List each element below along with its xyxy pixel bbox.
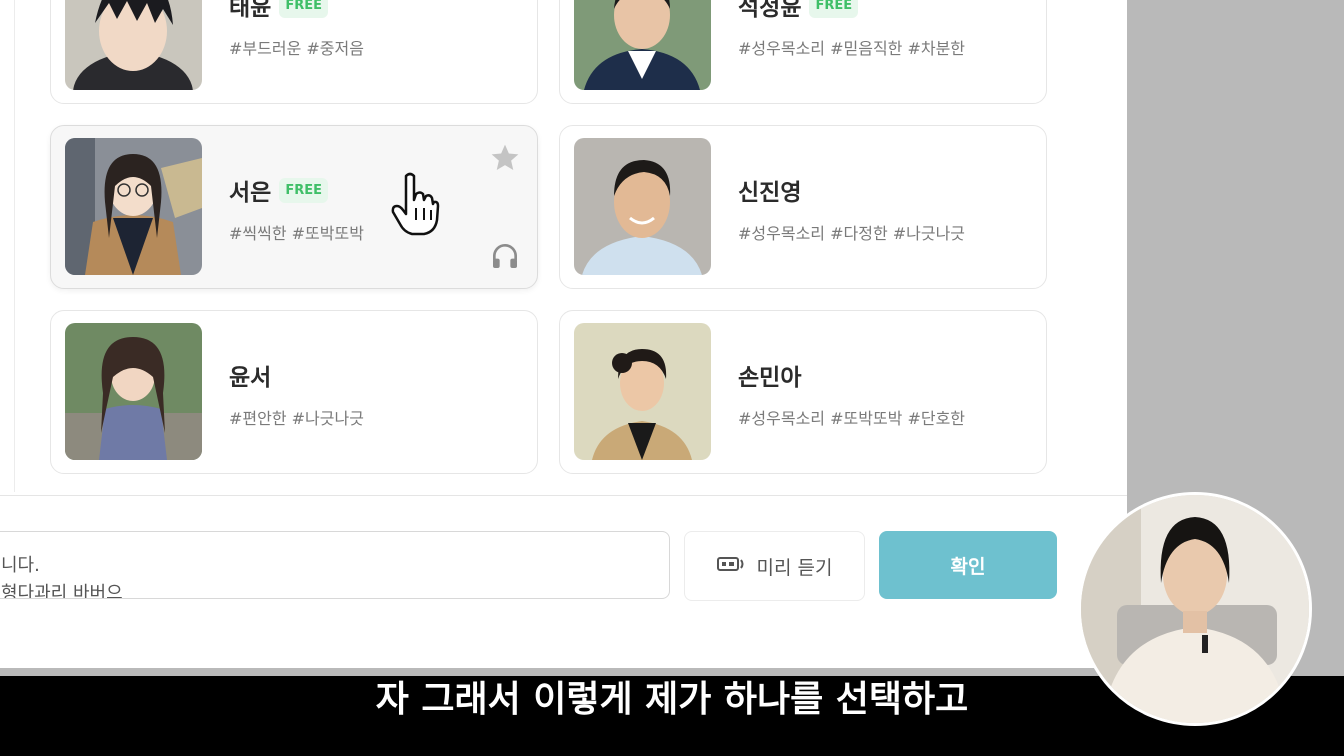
script-text-input[interactable]: 니다. 형다과리 바버으 — [0, 531, 670, 599]
avatar — [574, 323, 711, 460]
voice-card-taeun[interactable]: 태윤 FREE #부드러운 #중저음 — [50, 0, 538, 104]
star-icon[interactable] — [489, 142, 521, 174]
avatar — [574, 0, 711, 90]
voice-tags: #편안한 #나긋나긋 — [229, 409, 364, 428]
speaker-icon — [716, 554, 747, 579]
preview-button-label: 미리 듣기 — [756, 556, 833, 579]
avatar — [574, 138, 711, 275]
voice-name: 서은 — [229, 180, 272, 206]
voice-name-row: 손민아 — [738, 359, 801, 391]
footer-divider — [0, 495, 1127, 496]
voice-card-seokjeongyun[interactable]: 석정윤 FREE #성우목소리 #믿음직한 #차분한 — [559, 0, 1047, 104]
voice-tags: #씩씩한 #또박또박 — [229, 224, 364, 243]
confirm-button[interactable]: 확인 — [879, 531, 1057, 599]
voice-name-row: 신진영 — [738, 174, 801, 206]
voice-tags: #성우목소리 #다정한 #나긋나긋 — [738, 224, 966, 243]
avatar — [65, 138, 202, 275]
preview-button[interactable]: 미리 듣기 — [684, 531, 865, 601]
hand-cursor-icon — [390, 172, 440, 236]
voice-list: 태윤 FREE #부드러운 #중저음 석정윤 FREE #성우목소리 #믿음직한 — [0, 0, 1127, 495]
headphone-icon[interactable] — [489, 240, 521, 272]
voice-tags: #성우목소리 #믿음직한 #차분한 — [738, 39, 966, 58]
script-text-line: 형다과리 바버으 — [1, 583, 123, 599]
avatar — [65, 0, 202, 90]
voice-name: 태윤 — [229, 0, 272, 21]
presenter-webcam — [1078, 492, 1312, 726]
voice-card-sinjinyeong[interactable]: 신진영 #성우목소리 #다정한 #나긋나긋 — [559, 125, 1047, 289]
voice-name: 신진영 — [738, 180, 802, 206]
voice-card-seoeun[interactable]: 서은 FREE #씩씩한 #또박또박 — [50, 125, 538, 289]
voice-select-dialog: 태윤 FREE #부드러운 #중저음 석정윤 FREE #성우목소리 #믿음직한 — [0, 0, 1127, 668]
voice-card-sonmina[interactable]: 손민아 #성우목소리 #또박또박 #단호한 — [559, 310, 1047, 474]
voice-name-row: 석정윤 FREE — [738, 0, 859, 21]
script-text-line: 니다. — [1, 555, 40, 576]
voice-name-row: 서은 FREE — [229, 174, 328, 206]
free-badge: FREE — [279, 0, 328, 18]
voice-name: 윤서 — [229, 365, 272, 391]
avatar — [65, 323, 202, 460]
voice-card-yunseo[interactable]: 윤서 #편안한 #나긋나긋 — [50, 310, 538, 474]
free-badge: FREE — [809, 0, 859, 18]
voice-name: 석정윤 — [738, 0, 802, 21]
voice-name-row: 태윤 FREE — [229, 0, 328, 21]
voice-name-row: 윤서 — [229, 359, 271, 391]
voice-name: 손민아 — [738, 365, 802, 391]
voice-tags: #성우목소리 #또박또박 #단호한 — [738, 409, 966, 428]
free-badge: FREE — [279, 177, 328, 203]
voice-tags: #부드러운 #중저음 — [229, 39, 364, 58]
